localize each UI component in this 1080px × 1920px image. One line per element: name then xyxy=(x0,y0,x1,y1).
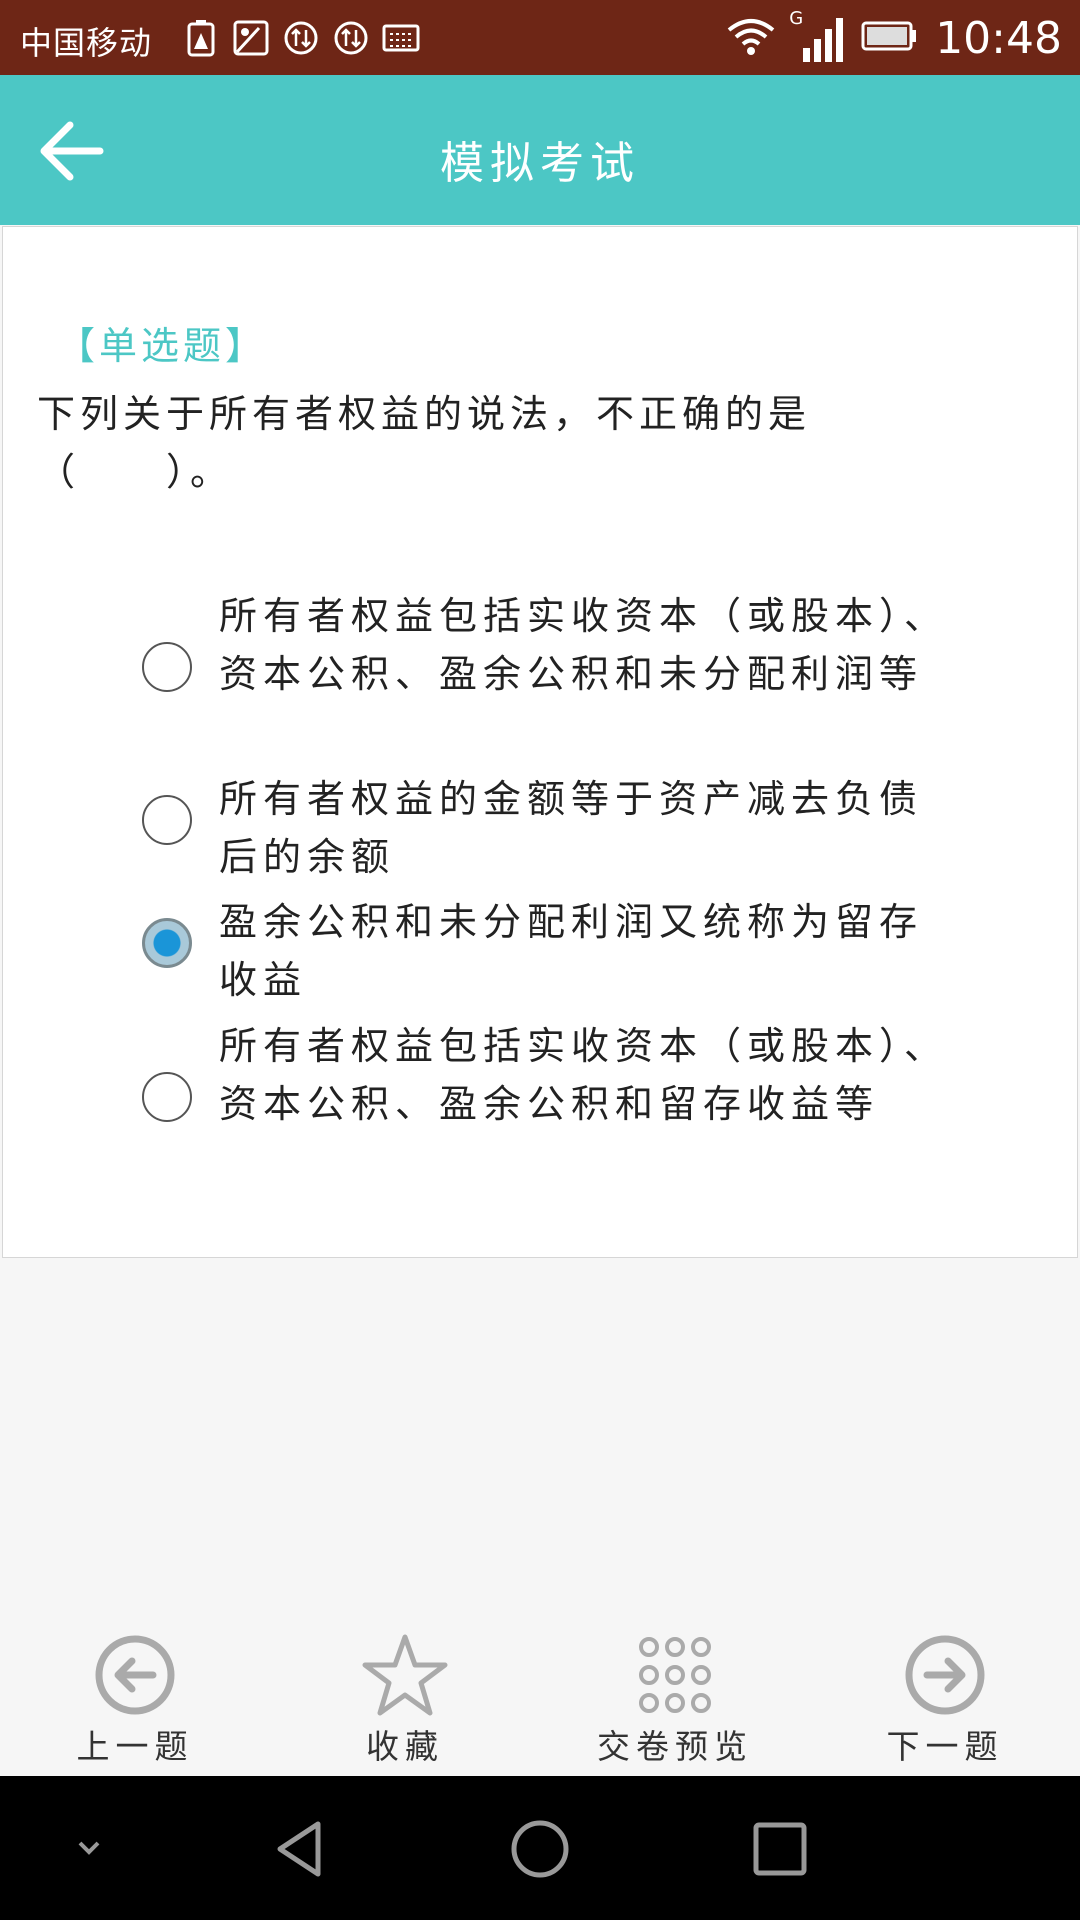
collapse-chevron-icon[interactable] xyxy=(72,1833,106,1863)
nav-label: 收藏 xyxy=(366,1727,444,1766)
battery-warning-icon xyxy=(182,19,220,57)
status-right-group: G 10:48 xyxy=(725,8,1062,68)
option-text: 所有者权益包括实收资本（或股本）、资本公积、盈余公积和留存收益等 xyxy=(219,1024,949,1126)
battery-icon xyxy=(861,21,917,55)
radio-button[interactable] xyxy=(142,1072,192,1122)
star-icon xyxy=(362,1634,448,1716)
image-icon xyxy=(232,19,270,57)
previous-circle-arrow-icon xyxy=(95,1635,175,1715)
wifi-icon xyxy=(725,16,777,60)
network-type-label: G xyxy=(789,8,804,29)
home-circle-icon[interactable] xyxy=(510,1819,570,1879)
keyboard-icon xyxy=(382,19,420,57)
clock: 10:48 xyxy=(935,12,1062,64)
data-transfer-icon xyxy=(332,19,370,57)
radio-button[interactable] xyxy=(142,918,192,968)
grid-dots-icon xyxy=(639,1637,711,1713)
nav-label: 下一题 xyxy=(886,1727,1004,1766)
data-transfer-icon xyxy=(282,19,320,57)
question-type-label: 【单选题】 xyxy=(57,324,268,368)
status-bar: 中国移动 G 10:48 xyxy=(0,0,1080,75)
radio-button[interactable] xyxy=(142,795,192,845)
carrier-name: 中国移动 xyxy=(20,24,153,62)
next-circle-arrow-icon xyxy=(905,1635,985,1715)
option-text: 所有者权益包括实收资本（或股本）、资本公积、盈余公积和未分配利润等 xyxy=(219,594,949,696)
recents-square-icon[interactable] xyxy=(752,1821,808,1877)
question-card: 【单选题】 下列关于所有者权益的说法，不正确的是（ ）。 所有者权益包括实收资本… xyxy=(2,226,1078,1258)
option-text: 所有者权益的金额等于资产减去负债后的余额 xyxy=(219,777,924,879)
next-question-button[interactable]: 下一题 xyxy=(810,1600,1080,1776)
app-bar: 模拟考试 xyxy=(0,75,1080,225)
nav-label: 交卷预览 xyxy=(597,1727,753,1766)
system-nav-bar xyxy=(0,1776,1080,1920)
favorite-button[interactable]: 收藏 xyxy=(270,1600,540,1776)
submit-preview-button[interactable]: 交卷预览 xyxy=(540,1600,810,1776)
signal-icon: G xyxy=(789,8,844,64)
previous-question-button[interactable]: 上一题 xyxy=(0,1600,270,1776)
radio-button[interactable] xyxy=(142,642,192,692)
option-text: 盈余公积和未分配利润又统称为留存收益 xyxy=(219,900,924,1002)
page-title: 模拟考试 xyxy=(440,138,640,189)
notification-icons xyxy=(182,16,420,60)
nav-label: 上一题 xyxy=(76,1727,194,1766)
back-triangle-icon[interactable] xyxy=(270,1818,330,1880)
bottom-nav: 上一题 收藏 交卷预览 下一题 xyxy=(0,1600,1080,1776)
question-text: 下列关于所有者权益的说法，不正确的是（ ）。 xyxy=(37,392,812,494)
